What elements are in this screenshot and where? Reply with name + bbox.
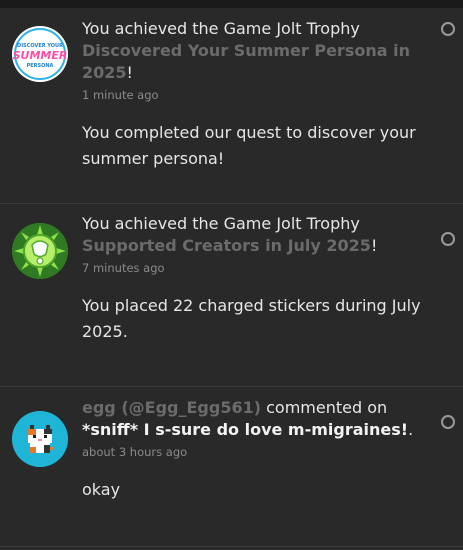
headline-suffix: !	[370, 236, 378, 255]
svg-text:SUMMER: SUMMER	[13, 49, 68, 62]
headline-action: commented on	[266, 398, 388, 417]
headline-suffix: !	[126, 63, 133, 82]
timestamp: about 3 hours ago	[82, 445, 188, 459]
notification-content: You achieved the Game Jolt Trophy Suppor…	[82, 213, 422, 345]
notification-headline: You achieved the Game Jolt Trophy Suppor…	[82, 213, 422, 257]
notification-body: okay	[82, 480, 121, 499]
trophy-link[interactable]: Supported Creators in July 2025	[82, 236, 371, 255]
svg-text:PERSONA: PERSONA	[27, 63, 54, 69]
notification-content: You achieved the Game Jolt Trophy Discov…	[82, 18, 422, 172]
timestamp: 1 minute ago	[82, 88, 159, 102]
headline-prefix: You achieved the Game Jolt Trophy	[82, 214, 360, 233]
notification-content: egg (@Egg_Egg561) commented on *sniff* I…	[82, 397, 422, 503]
read-toggle-radio[interactable]	[441, 22, 455, 36]
notification-item[interactable]: DISCOVER YOUR SUMMER PERSONA You achieve…	[0, 8, 463, 204]
post-link[interactable]: *sniff* I s-sure do love m-migraines!	[82, 420, 408, 439]
top-strip	[0, 0, 463, 8]
notification-headline: You achieved the Game Jolt Trophy Discov…	[82, 18, 422, 84]
user-link[interactable]: egg (@Egg_Egg561)	[82, 398, 261, 417]
headline-suffix: .	[408, 420, 414, 439]
notification-body: You placed 22 charged stickers during Ju…	[82, 296, 421, 341]
notification-body: You completed our quest to discover your…	[82, 123, 416, 168]
notification-feed: DISCOVER YOUR SUMMER PERSONA You achieve…	[0, 8, 463, 550]
supported-creators-trophy-icon[interactable]	[12, 223, 68, 279]
cat-avatar-icon[interactable]	[12, 411, 68, 467]
read-toggle-radio[interactable]	[441, 415, 455, 429]
summer-persona-trophy-icon[interactable]: DISCOVER YOUR SUMMER PERSONA	[12, 26, 68, 82]
notification-headline: egg (@Egg_Egg561) commented on *sniff* I…	[82, 397, 422, 441]
notification-item[interactable]: You achieved the Game Jolt Trophy Suppor…	[0, 203, 463, 387]
headline-prefix: You achieved the Game Jolt Trophy	[82, 19, 360, 38]
timestamp: 7 minutes ago	[82, 261, 165, 275]
read-toggle-radio[interactable]	[441, 232, 455, 246]
notification-item[interactable]: egg (@Egg_Egg561) commented on *sniff* I…	[0, 386, 463, 547]
